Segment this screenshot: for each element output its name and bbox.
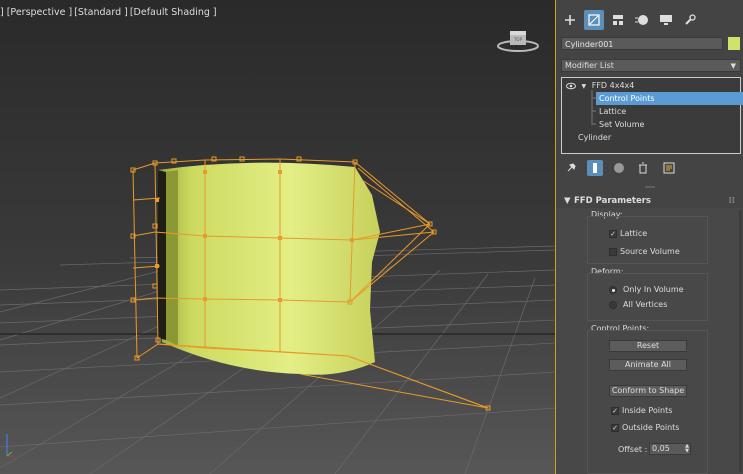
axis-tripod-icon	[2, 430, 16, 460]
pin-icon	[567, 163, 576, 172]
hierarchy-tab[interactable]	[608, 10, 628, 30]
source-volume-label[interactable]: Source Volume	[620, 247, 680, 256]
wrench-icon	[685, 14, 696, 25]
only-in-volume-label[interactable]: Only In Volume	[623, 285, 684, 294]
dropdown-arrow-icon: ▼	[730, 62, 736, 70]
show-end-result-icon	[593, 163, 597, 173]
pin-stack-button[interactable]	[563, 160, 579, 176]
offset-spinner[interactable]: 0,05 ▲ ▼	[649, 443, 691, 455]
object-color-swatch[interactable]	[728, 37, 740, 50]
eye-icon[interactable]	[566, 82, 576, 90]
inside-points-checkbox[interactable]: ✓	[611, 407, 619, 415]
modifier-list-label: Modifier List	[565, 61, 614, 70]
all-vertices-label[interactable]: All Vertices	[623, 300, 667, 309]
deform-group	[587, 273, 708, 321]
command-panel-tabs	[556, 8, 743, 32]
display-icon	[660, 15, 672, 25]
display-tab[interactable]	[656, 10, 676, 30]
command-panel: Cylinder001 Modifier List ▼ ▼ FFD 4x4x4 …	[556, 0, 743, 474]
cylinder-mesh[interactable]	[158, 162, 380, 375]
ffd-parameters-rollout: Display: ✓ Lattice Source Volume Deform:…	[556, 208, 743, 474]
collapse-arrow-icon: ▼	[564, 196, 571, 206]
viewport-shading-label[interactable]: [Default Shading ]	[130, 7, 217, 18]
motion-icon	[635, 15, 648, 25]
perspective-viewport[interactable]: ] [Perspective ] [Standard ] [Default Shad…	[0, 0, 556, 474]
outside-points-label[interactable]: Outside Points	[622, 423, 679, 432]
spinner-arrows-icon[interactable]: ▲ ▼	[685, 444, 689, 454]
create-tab[interactable]	[560, 10, 580, 30]
remove-modifier-button[interactable]	[635, 160, 651, 176]
viewcube-top-label: TOP	[513, 37, 523, 42]
viewport-preset-label[interactable]: [Standard ]	[74, 7, 128, 18]
display-group	[587, 216, 708, 264]
all-vertices-radio[interactable]	[609, 301, 617, 309]
panel-divider[interactable]	[556, 186, 743, 188]
modify-icon	[588, 14, 600, 26]
configure-icon	[663, 162, 675, 174]
viewcube[interactable]: TOP	[496, 28, 540, 54]
expand-arrow-icon[interactable]: ▼	[582, 83, 587, 90]
source-volume-checkbox[interactable]	[609, 248, 617, 256]
reset-button[interactable]: Reset	[609, 340, 687, 352]
offset-value: 0,05	[652, 444, 670, 453]
make-unique-icon	[614, 163, 624, 173]
hierarchy-icon	[613, 15, 623, 25]
ffd-parameters-rollout-header[interactable]: ▼ FFD Parameters ⁞⁞	[556, 195, 743, 208]
panel-scrollbar[interactable]	[739, 210, 742, 472]
configure-modifier-sets-button[interactable]	[661, 160, 677, 176]
outside-points-checkbox[interactable]: ✓	[611, 424, 619, 432]
offset-label: Offset :	[618, 445, 648, 454]
rollout-title: FFD Parameters	[574, 196, 651, 206]
show-end-result-button[interactable]	[587, 160, 603, 176]
viewport-label[interactable]: ] [Perspective ] [Standard ] [Default Shad…	[0, 7, 219, 18]
inside-points-label[interactable]: Inside Points	[622, 406, 672, 415]
lattice-checkbox[interactable]: ✓	[609, 230, 617, 238]
lattice-label[interactable]: Lattice	[620, 229, 647, 238]
object-name-field[interactable]: Cylinder001	[561, 37, 723, 50]
motion-tab[interactable]	[632, 10, 652, 30]
viewport-scene[interactable]	[0, 0, 556, 474]
plus-icon	[565, 15, 575, 25]
modifier-list-dropdown[interactable]: Modifier List ▼	[561, 59, 741, 72]
only-in-volume-radio[interactable]	[609, 286, 617, 294]
stack-tree-lines	[591, 90, 596, 125]
utilities-tab[interactable]	[680, 10, 700, 30]
modifier-stack[interactable]: ▼ FFD 4x4x4 Control Points Lattice Set V…	[561, 77, 743, 154]
conform-to-shape-button[interactable]: Conform to Shape	[609, 385, 687, 397]
stack-toolbar	[561, 160, 681, 178]
trash-icon	[639, 162, 647, 174]
rollout-dots-icon: ⁞⁞	[728, 196, 735, 206]
animate-all-button[interactable]: Animate All	[609, 359, 687, 371]
viewport-pov-label[interactable]: ] [Perspective ]	[0, 7, 72, 18]
make-unique-button[interactable]	[611, 160, 627, 176]
stack-modifier-label: FFD 4x4x4	[591, 81, 635, 90]
modify-tab[interactable]	[584, 10, 604, 30]
